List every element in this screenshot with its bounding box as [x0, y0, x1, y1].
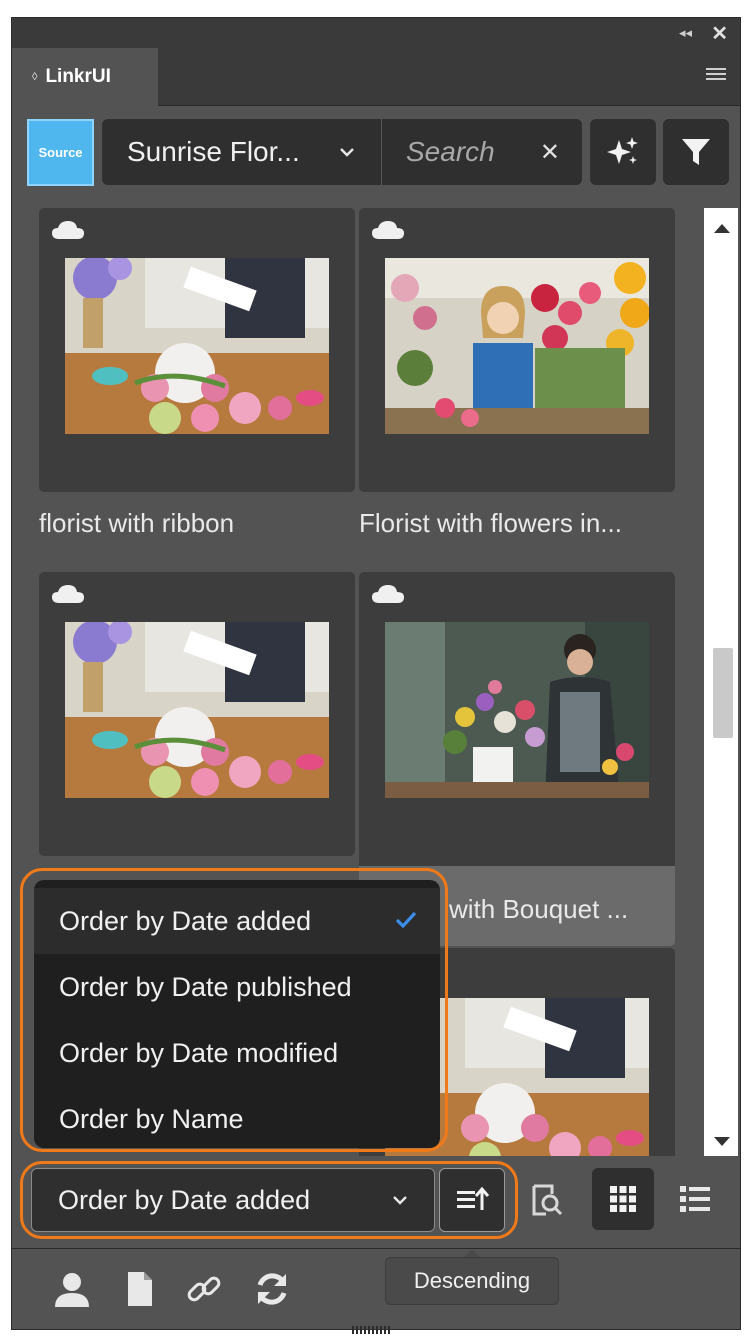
- link-icon[interactable]: [184, 1269, 224, 1309]
- sort-select-value: Order by Date added: [58, 1184, 311, 1215]
- sort-direction-tooltip: Descending: [385, 1257, 559, 1305]
- asset-card[interactable]: [39, 208, 355, 492]
- refresh-icon[interactable]: [252, 1269, 292, 1309]
- resize-grip-icon[interactable]: [352, 1321, 398, 1334]
- sort-option-label: Order by Date published: [59, 971, 352, 1002]
- vertical-scrollbar[interactable]: [704, 208, 738, 1156]
- sort-dropdown-menu: Order by Date added Order by Date publis…: [34, 880, 440, 1148]
- filter-icon: [682, 139, 710, 165]
- sort-option-date-published[interactable]: Order by Date published: [34, 954, 440, 1020]
- collapse-icon[interactable]: ◂◂: [679, 25, 692, 41]
- source-button[interactable]: Source: [27, 119, 94, 186]
- sort-bar: Order by Date added: [12, 1158, 740, 1248]
- source-select[interactable]: Sunrise Flor...: [102, 119, 382, 185]
- filter-button[interactable]: [663, 119, 729, 185]
- sort-descending-icon: [457, 1186, 489, 1210]
- asset-caption: with Bouquet ...: [449, 894, 629, 924]
- clear-icon[interactable]: ✕: [540, 138, 560, 167]
- document-icon[interactable]: [120, 1269, 160, 1309]
- tab-bar: ◊ LinkrUI: [12, 48, 740, 106]
- chevron-down-icon: [340, 148, 354, 157]
- cloud-icon: [52, 221, 84, 239]
- cloud-icon: [372, 221, 404, 239]
- search-input[interactable]: Search ✕: [382, 119, 582, 185]
- tab-linkrui[interactable]: ◊ LinkrUI: [12, 48, 158, 106]
- toolbar: Source Sunrise Flor... Search ✕: [12, 106, 740, 202]
- sort-option-label: Order by Date added: [59, 905, 312, 936]
- close-icon[interactable]: ✕: [711, 21, 728, 46]
- source-select-value: Sunrise Flor...: [127, 136, 300, 167]
- asset-card[interactable]: [359, 208, 675, 492]
- sort-option-date-modified[interactable]: Order by Date modified: [34, 1020, 440, 1086]
- ai-search-button[interactable]: [590, 119, 656, 185]
- tab-label: LinkrUI: [45, 66, 111, 87]
- panel-menu-icon[interactable]: [706, 68, 726, 82]
- source-search-combo: Sunrise Flor... Search ✕: [102, 119, 582, 185]
- tab-expand-icon: ◊: [32, 71, 38, 83]
- sort-select[interactable]: Order by Date added: [31, 1168, 435, 1232]
- user-icon[interactable]: [52, 1269, 92, 1309]
- preview-button[interactable]: [528, 1182, 564, 1218]
- sort-option-name[interactable]: Order by Name: [34, 1086, 440, 1152]
- panel-title-strip: ◂◂ ✕: [12, 18, 740, 48]
- list-view-icon: [680, 1186, 710, 1212]
- tooltip-pointer: [464, 1249, 480, 1257]
- scroll-thumb[interactable]: [713, 648, 733, 738]
- asset-thumbnail: [385, 258, 649, 434]
- sort-option-label: Order by Name: [59, 1103, 244, 1134]
- list-view-button[interactable]: [678, 1182, 714, 1218]
- sort-option-date-added[interactable]: Order by Date added: [34, 888, 440, 954]
- checkmark-icon: [395, 911, 417, 929]
- sort-direction-button[interactable]: [439, 1168, 505, 1232]
- asset-card[interactable]: [39, 572, 355, 856]
- source-label: Source: [38, 145, 83, 160]
- asset-thumbnail: [65, 622, 329, 798]
- asset-thumbnail: [65, 258, 329, 434]
- cloud-icon: [52, 585, 84, 603]
- scroll-down-arrow-icon[interactable]: [714, 1137, 730, 1146]
- cloud-icon: [372, 585, 404, 603]
- asset-thumbnail: [385, 622, 649, 798]
- chevron-down-icon: [393, 1196, 407, 1205]
- footer-bar: Descending: [12, 1248, 740, 1334]
- grid-view-icon: [610, 1186, 636, 1212]
- sort-option-label: Order by Date modified: [59, 1037, 339, 1068]
- grid-view-button[interactable]: [592, 1168, 654, 1230]
- linkrui-panel: ◂◂ ✕ ◊ LinkrUI Source Sunrise Flor... Se…: [11, 17, 741, 1334]
- search-placeholder: Search: [406, 136, 495, 167]
- asset-caption: florist with ribbon: [39, 508, 235, 538]
- preview-icon: [532, 1184, 563, 1216]
- scroll-up-arrow-icon[interactable]: [714, 224, 730, 233]
- sparkle-icon: [607, 137, 638, 164]
- asset-caption: Florist with flowers in...: [359, 508, 622, 538]
